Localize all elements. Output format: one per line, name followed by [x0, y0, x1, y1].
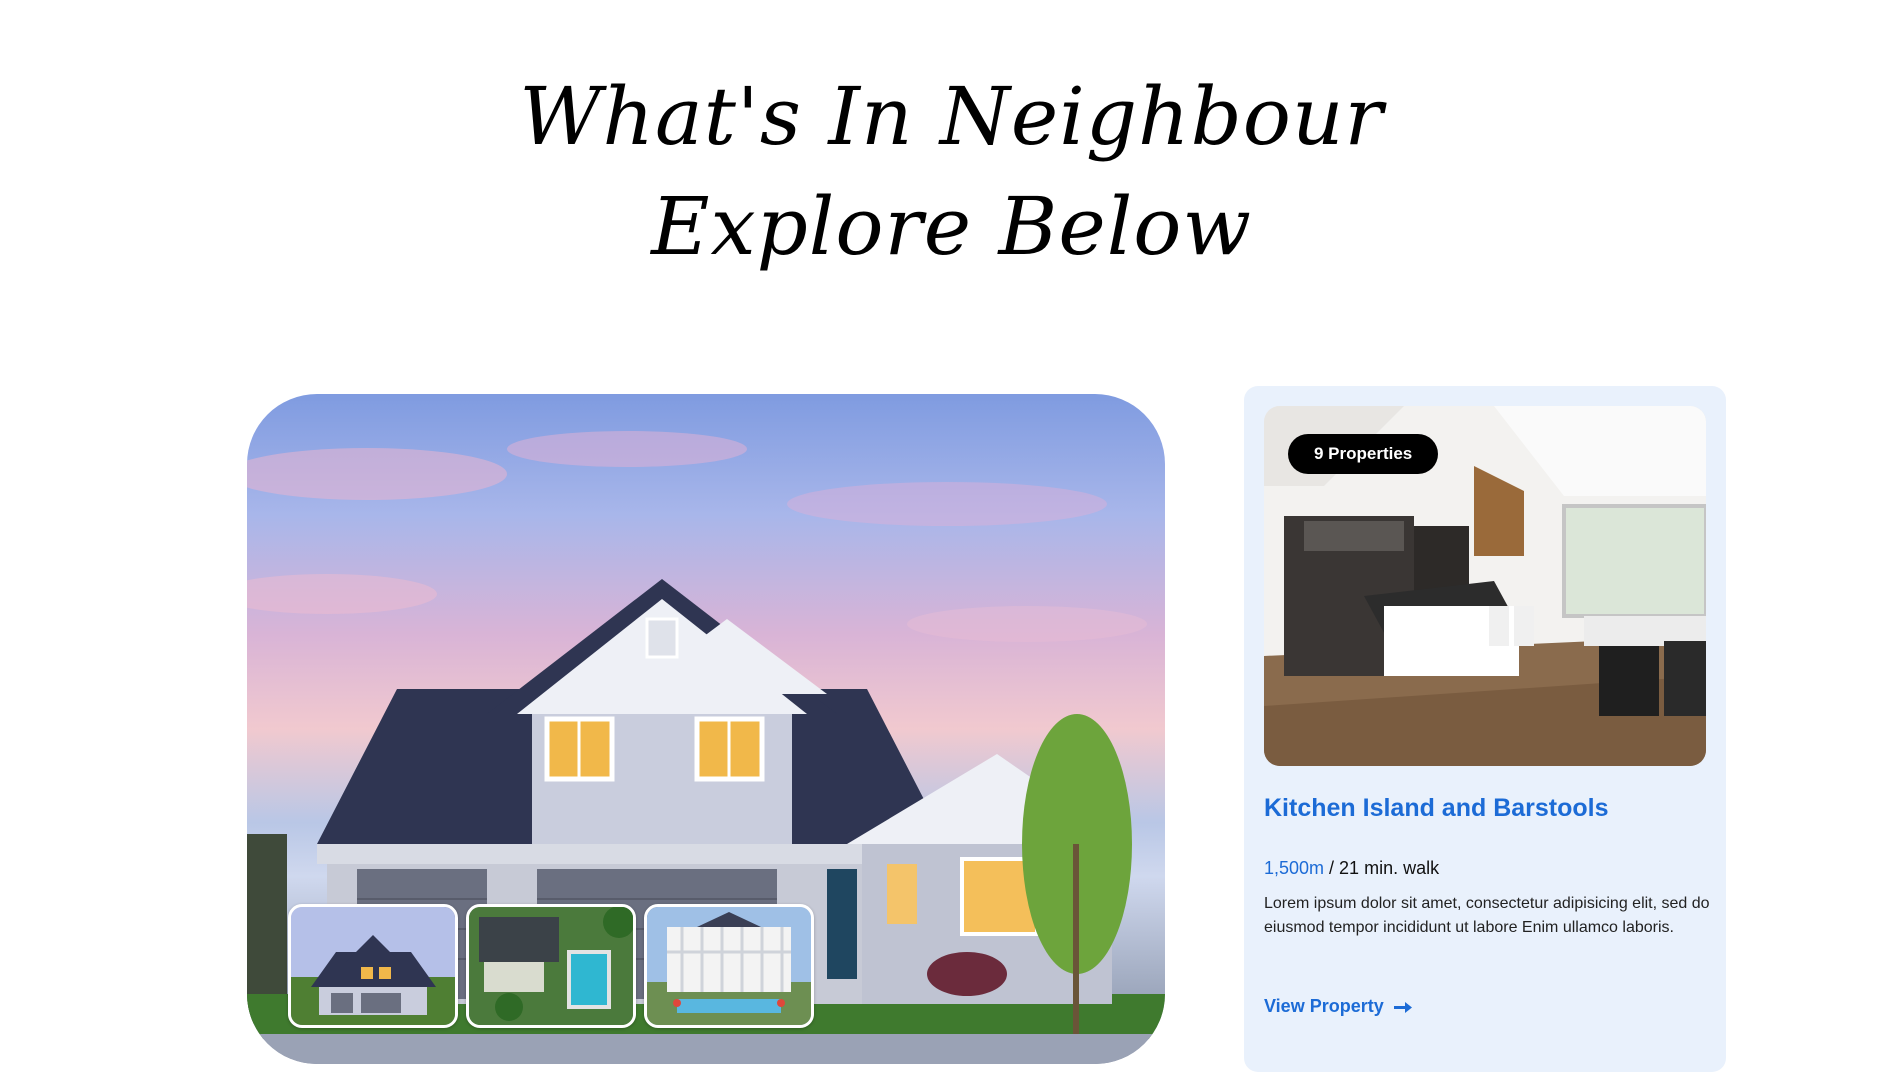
card-title[interactable]: Kitchen Island and Barstools: [1264, 794, 1609, 823]
heading-line-2: Explore Below: [651, 180, 1252, 273]
properties-count-badge: 9 Properties: [1288, 434, 1439, 474]
thumbnail-1[interactable]: [288, 904, 458, 1028]
property-card: 9 Properties Kitchen Island and Barstool…: [1244, 386, 1726, 1072]
thumbnail-image: [291, 907, 455, 1025]
view-property-label: View Property: [1264, 996, 1384, 1016]
view-property-link[interactable]: View Property: [1264, 996, 1412, 1017]
walk-time: / 21 min. walk: [1324, 858, 1440, 878]
thumbnail-image: [647, 907, 811, 1025]
thumbnail-strip: [288, 904, 814, 1028]
heading-line-1: What's In Neighbour: [519, 70, 1384, 163]
thumbnail-2[interactable]: [466, 904, 636, 1028]
thumbnail-3[interactable]: [644, 904, 814, 1028]
distance-info: 1,500m / 21 min. walk: [1264, 858, 1439, 879]
arrow-right-icon: [1393, 1001, 1412, 1013]
distance-value: 1,500m: [1264, 858, 1325, 878]
card-description: Lorem ipsum dolor sit amet, consectetur …: [1264, 895, 1710, 936]
section-heading: What's In Neighbour Explore Below: [0, 62, 1903, 282]
thumbnail-image: [469, 907, 633, 1025]
